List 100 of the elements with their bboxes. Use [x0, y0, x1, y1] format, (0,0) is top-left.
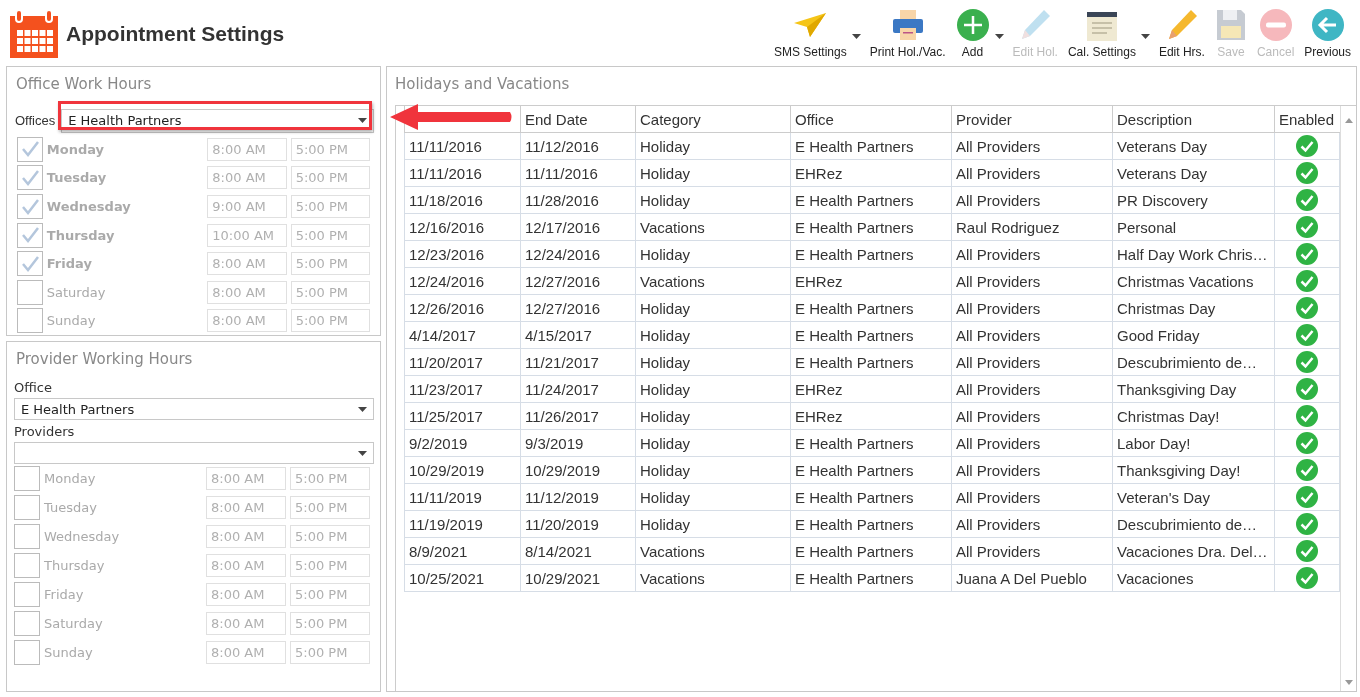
column-header[interactable]: Category [635, 106, 790, 132]
checkbox[interactable] [14, 495, 40, 520]
table-cell: Thanksgiving Day [1112, 376, 1274, 402]
checkbox[interactable] [17, 165, 43, 191]
time-field[interactable]: 5:00 PM [290, 166, 370, 190]
table-cell: E Health Partners [790, 430, 951, 456]
checkbox[interactable] [14, 611, 40, 636]
toolbar-button[interactable]: Cal. Settings [1062, 6, 1141, 62]
caret-icon[interactable] [851, 34, 861, 39]
time-field[interactable]: 5:00 PM [290, 280, 370, 304]
toolbar-button[interactable]: Previous [1299, 6, 1356, 62]
column-header[interactable]: End Date [520, 106, 635, 132]
time-field[interactable]: 10:00 AM [207, 223, 287, 247]
table-cell: 8/9/2021 [404, 538, 520, 564]
table-cell: 10/25/2021 [404, 565, 520, 591]
office-dropdown[interactable]: E Health Partners [14, 398, 374, 420]
table-cell: E Health Partners [790, 484, 951, 510]
table-cell: E Health Partners [790, 214, 951, 240]
checkbox[interactable] [14, 553, 40, 578]
column-header[interactable]: Enabled [1274, 106, 1340, 132]
day-label: Monday [43, 471, 97, 486]
table-cell: 12/27/2016 [520, 268, 635, 294]
table-cell: 11/20/2019 [520, 511, 635, 537]
table-cell: 11/26/2017 [520, 403, 635, 429]
time-field[interactable]: 8:00 AM [206, 467, 286, 490]
table-cell: 11/11/2019 [404, 484, 520, 510]
time-field[interactable]: 9:00 AM [207, 195, 287, 218]
toolbar-button[interactable]: Edit Hrs. [1153, 6, 1210, 62]
table-cell: 11/18/2016 [404, 187, 520, 213]
scrollbar[interactable] [1340, 106, 1356, 691]
table-cell: All Providers [951, 484, 1112, 510]
table-cell: E Health Partners [790, 457, 951, 483]
table-cell: Holiday [635, 295, 790, 321]
checkbox[interactable] [14, 466, 40, 491]
table-cell: 10/29/2019 [404, 457, 520, 483]
table-cell: Christmas Vacations [1112, 268, 1274, 294]
add-icon [955, 8, 990, 42]
scroll-up-icon[interactable] [1344, 118, 1353, 123]
cancel-icon [1258, 8, 1293, 42]
checkbox[interactable] [17, 136, 43, 162]
checkbox[interactable] [17, 251, 43, 277]
time-field[interactable]: 8:00 AM [206, 641, 286, 664]
table-cell: Vacations [635, 565, 790, 591]
checkbox[interactable] [17, 279, 43, 305]
table-cell: Vacations [635, 538, 790, 564]
table-cell: 11/11/2016 [404, 160, 520, 186]
column-header[interactable]: Provider [951, 106, 1112, 132]
checkbox[interactable] [14, 640, 40, 665]
time-field[interactable]: 5:00 PM [290, 641, 370, 664]
time-field[interactable]: 8:00 AM [206, 583, 286, 606]
checkbox[interactable] [17, 194, 43, 219]
offices-dropdown[interactable]: E Health Partners [61, 108, 374, 133]
checkbox[interactable] [17, 308, 43, 334]
table-cell: Holiday [635, 187, 790, 213]
time-field[interactable]: 8:00 AM [207, 309, 287, 333]
time-field[interactable]: 5:00 PM [290, 467, 370, 490]
table-cell: All Providers [951, 133, 1112, 159]
time-field[interactable]: 8:00 AM [206, 554, 286, 577]
time-field[interactable]: 8:00 AM [207, 280, 287, 304]
table-cell: Labor Day! [1112, 430, 1274, 456]
scroll-down-icon[interactable] [1344, 680, 1353, 685]
table-cell: Descubrimiento de… [1112, 349, 1274, 375]
time-field[interactable]: 5:00 PM [290, 137, 370, 161]
table-cell: 11/25/2017 [404, 403, 520, 429]
column-header[interactable]: Office [790, 106, 951, 132]
toolbar-button[interactable]: SMS Settings [769, 6, 852, 62]
time-field[interactable]: 5:00 PM [290, 525, 370, 548]
table-cell: All Providers [951, 430, 1112, 456]
checkbox[interactable] [17, 222, 43, 248]
time-field[interactable]: 8:00 AM [206, 612, 286, 635]
time-field[interactable]: 5:00 PM [290, 583, 370, 606]
time-field[interactable]: 5:00 PM [290, 612, 370, 635]
time-field[interactable]: 8:00 AM [207, 166, 287, 190]
caret-icon[interactable] [1140, 34, 1150, 39]
time-field[interactable]: 5:00 PM [290, 252, 370, 276]
time-field[interactable]: 5:00 PM [290, 554, 370, 577]
time-field[interactable]: 5:00 PM [290, 496, 370, 519]
caret-icon[interactable] [994, 34, 1004, 39]
field-label: Offices [15, 113, 56, 129]
table-cell: E Health Partners [790, 538, 951, 564]
table-cell: PR Discovery [1112, 187, 1274, 213]
table-cell: Personal [1112, 214, 1274, 240]
time-field[interactable]: 5:00 PM [290, 195, 370, 218]
table-cell: 11/23/2017 [404, 376, 520, 402]
table-cell: EHRez [790, 376, 951, 402]
checkbox[interactable] [14, 524, 40, 549]
checkbox[interactable] [14, 582, 40, 607]
toolbar-button[interactable]: Print Hol./Vac. [864, 6, 951, 62]
toolbar-button[interactable]: Add [950, 6, 995, 62]
time-field[interactable]: 8:00 AM [206, 525, 286, 548]
time-field[interactable]: 5:00 PM [290, 309, 370, 333]
time-field[interactable]: 8:00 AM [206, 496, 286, 519]
table-cell: Juana A Del Pueblo [951, 565, 1112, 591]
table-cell: 12/23/2016 [404, 241, 520, 267]
column-header[interactable]: Description [1112, 106, 1274, 132]
table-cell: EHRez [790, 268, 951, 294]
time-field[interactable]: 8:00 AM [207, 252, 287, 276]
time-field[interactable]: 8:00 AM [207, 137, 287, 161]
time-field[interactable]: 5:00 PM [290, 223, 370, 247]
providers-dropdown[interactable] [14, 442, 374, 464]
